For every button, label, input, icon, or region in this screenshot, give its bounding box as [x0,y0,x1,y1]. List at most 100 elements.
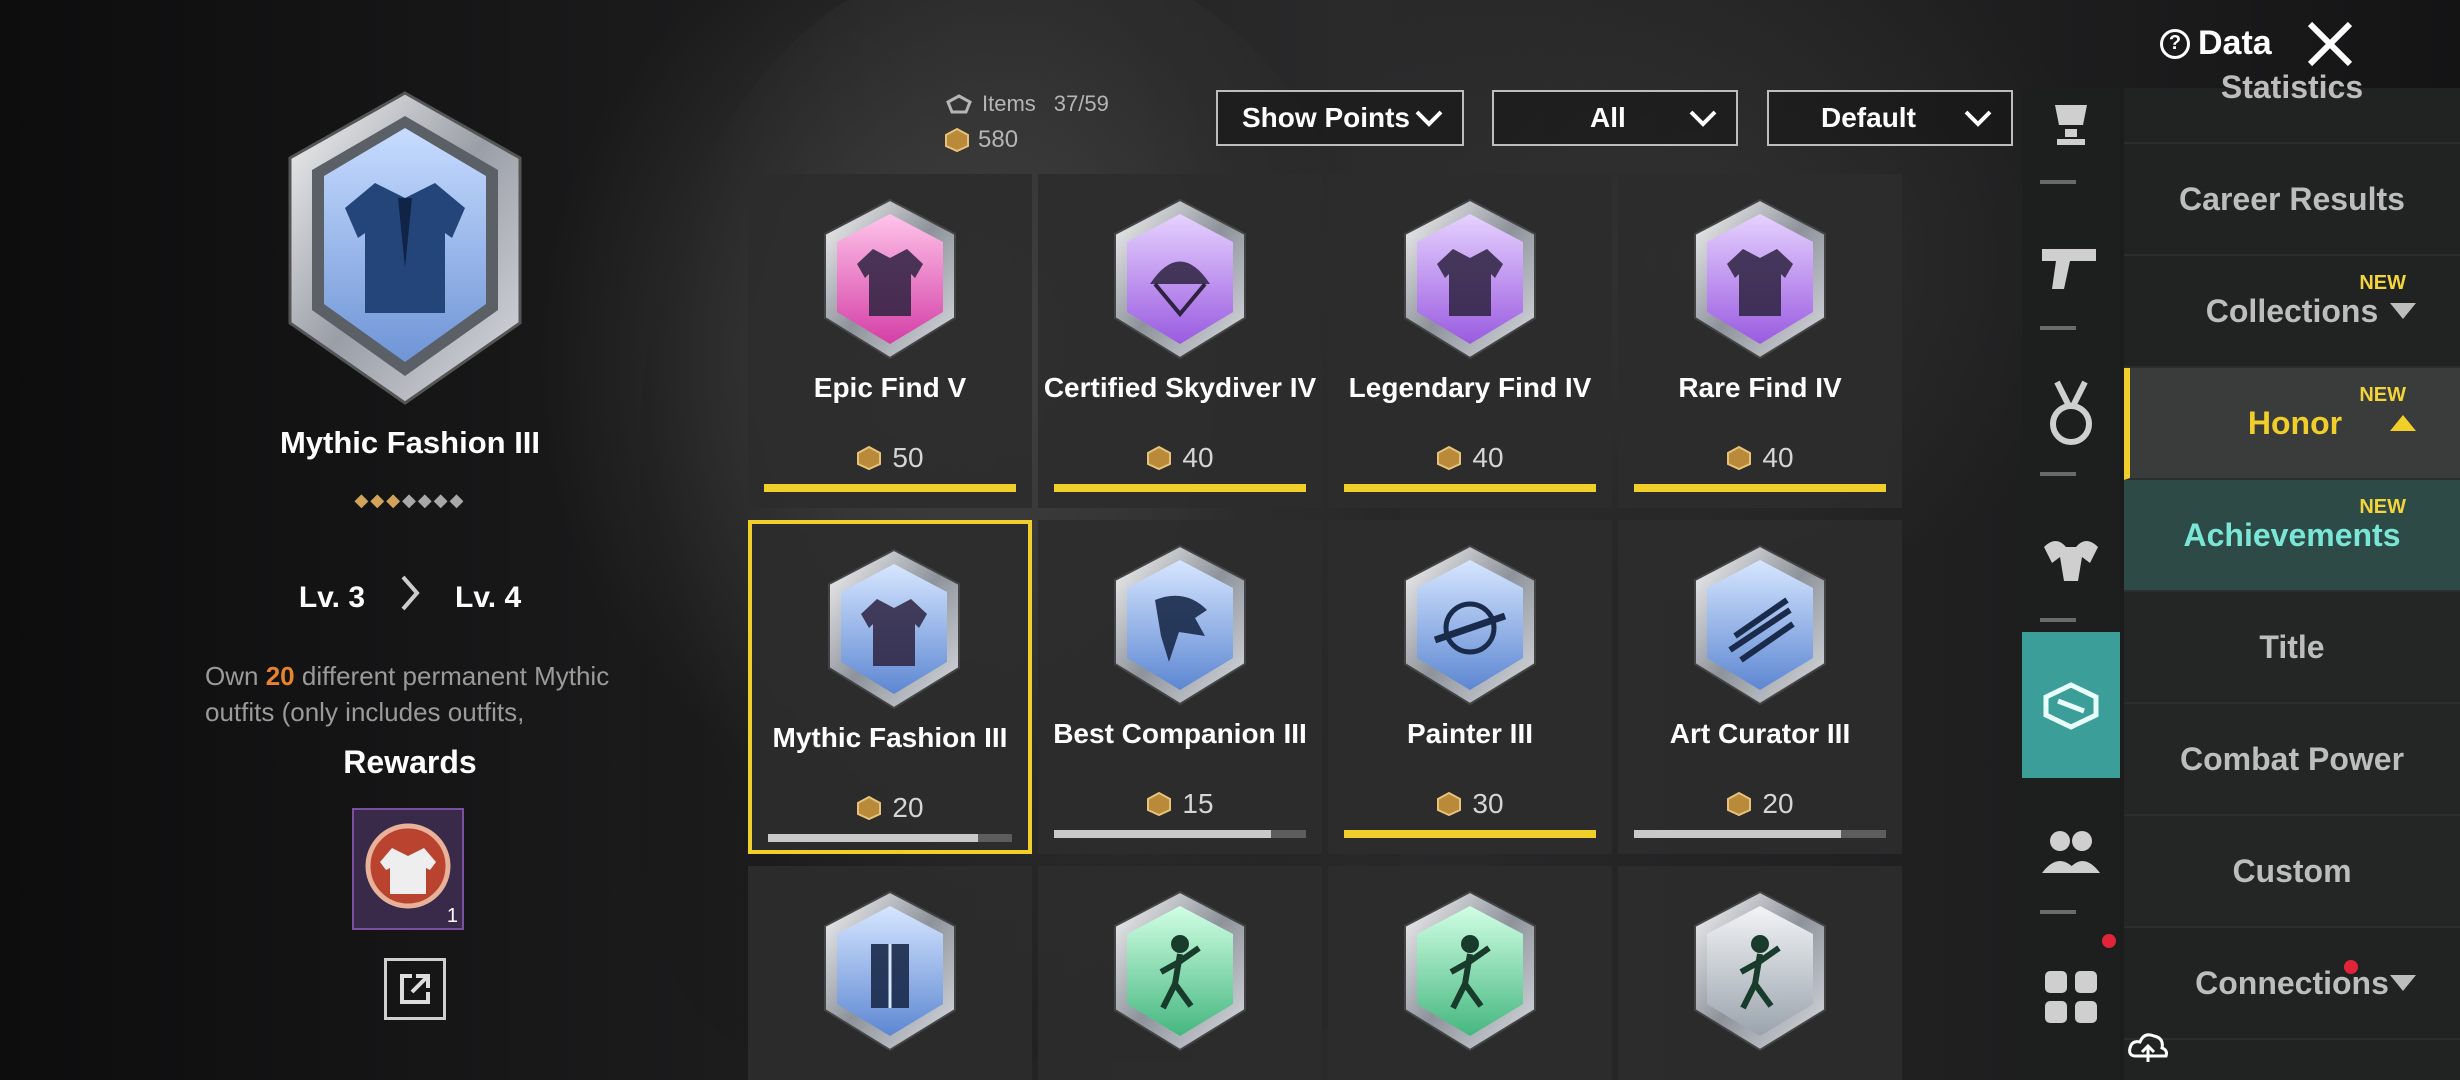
progress-fill [1634,830,1841,838]
category-icon-rail [2022,88,2120,1080]
progress-bar [1634,830,1886,838]
dropdown-label: Default [1821,102,1916,133]
rail-medals[interactable] [2022,340,2120,486]
progress-bar [1054,484,1306,492]
achievement-card[interactable]: Mythic Fashion III 20 [748,520,1032,854]
dance-badge-icon [1114,890,1246,1052]
achievement-card[interactable]: Rare Find IV 40 [1618,174,1902,508]
menu-collections[interactable]: NEW Collections [2124,256,2460,368]
chevron-down-icon [1689,110,1717,127]
share-button[interactable] [384,958,446,1020]
achievement-name: Certified Skydiver IV [1043,372,1317,403]
progress-fill [1054,484,1306,492]
progress-fill [1344,830,1596,838]
achievement-points: 20 [1618,788,1902,820]
cloud-upload-icon[interactable] [2126,1030,2170,1066]
achievement-card[interactable]: Legendary Find IV 40 [1328,174,1612,508]
points-value: 40 [1762,442,1794,473]
achievement-name: Best Companion III [1053,718,1307,749]
medal-icon [2050,380,2092,445]
rail-collection[interactable] [2022,632,2120,778]
dance-badge-icon [1694,890,1826,1052]
achievement-card[interactable]: Epic Find V 50 [748,174,1032,508]
menu-honor[interactable]: NEW Honor [2124,368,2460,480]
achievement-card[interactable]: Certified Skydiver IV 40 [1038,174,1322,508]
level-progression: Lv. 3 Lv. 4 [160,575,660,620]
selected-badge-icon [288,91,522,405]
external-link-icon [400,974,430,1004]
achievement-name: Rare Find IV [1678,372,1842,403]
achievement-points: 20 [752,792,1028,824]
progress-fill [1054,830,1271,838]
jacket-badge-icon [1404,198,1536,360]
level-to: Lv. 4 [455,580,522,614]
points-crate-icon [945,127,969,153]
chevron-right-icon [399,575,421,620]
menu-custom[interactable]: Custom [2124,816,2460,928]
progress-bar [1054,830,1306,838]
achievement-card[interactable] [1038,866,1322,1080]
achievement-card[interactable] [1618,866,1902,1080]
level-star-filled: ◆ [370,490,387,510]
menu-achievements[interactable]: NEW Achievements [2124,480,2460,592]
selected-achievement-panel: Mythic Fashion III ◆◆◆◆◆◆◆ Lv. 3 Lv. 4 O… [160,80,680,1040]
points-row: 580 [944,122,1109,158]
items-value: 37/59 [1053,91,1109,116]
new-tag: NEW [2359,384,2406,406]
achievement-name: Painter III [1406,718,1534,749]
rail-weapons[interactable] [2022,194,2120,340]
new-tag: NEW [2359,272,2406,294]
points-crate-icon [1147,445,1172,471]
achievement-points: 15 [1038,788,1322,820]
points-value: 15 [1182,788,1214,819]
eagle-badge-icon [1114,544,1246,706]
points-crate-icon [1727,445,1752,471]
achievement-card[interactable]: Art Curator III 20 [1618,520,1902,854]
level-star-empty: ◆ [402,490,418,510]
menu-combat-power[interactable]: Combat Power [2124,704,2460,816]
achievement-name: Legendary Find IV [1348,372,1592,403]
data-button[interactable]: ? Data [2160,24,2272,63]
rail-more[interactable] [2022,924,2120,1070]
progress-fill [764,484,1016,492]
points-value: 40 [1182,442,1214,473]
chevron-down-icon [1964,110,1992,127]
reward-item[interactable]: 1 [352,808,464,930]
points-crate-icon [1437,791,1462,817]
points-crate-icon [857,445,882,471]
jacket-badge-icon [1694,198,1826,360]
chevron-down-icon [1415,110,1443,127]
points-value: 580 [978,126,1019,153]
pistol-icon [2042,249,2096,289]
achievement-card[interactable] [1328,866,1612,1080]
progress-fill [1634,484,1886,492]
level-from: Lv. 3 [298,580,365,614]
achievement-points: 40 [1038,442,1322,474]
achievement-card[interactable]: Best Companion III 15 [1038,520,1322,854]
menu-career-results[interactable]: Career Results [2124,144,2460,256]
level-star-empty: ◆ [433,490,450,510]
category-dropdown[interactable]: All [1492,90,1738,146]
show-points-dropdown[interactable]: Show Points [1216,90,1464,146]
reward-quantity: 1 [446,905,458,927]
grid-menu-icon [2045,971,2097,1023]
achievement-name: Mythic Fashion III [772,722,1008,753]
sort-dropdown[interactable]: Default [1767,90,2013,146]
progress-bar [764,484,1016,492]
rail-fitness[interactable] [2022,486,2120,632]
close-icon[interactable] [2300,14,2360,74]
achievement-card[interactable]: Painter III 30 [1328,520,1612,854]
rail-friends[interactable] [2022,778,2120,924]
menu-connections[interactable]: Connections [2124,928,2460,1040]
door-badge-icon [824,890,956,1052]
progress-fill [768,834,978,842]
points-value: 20 [892,792,924,823]
menu-title[interactable]: Title [2124,592,2460,704]
achievement-card[interactable] [748,866,1032,1080]
points-value: 20 [1762,788,1794,819]
rail-trophy[interactable] [2022,48,2120,194]
help-icon: ? [2160,28,2190,59]
new-tag: NEW [2359,496,2406,518]
progress-bar [1634,484,1886,492]
muscle-icon [2044,541,2098,581]
